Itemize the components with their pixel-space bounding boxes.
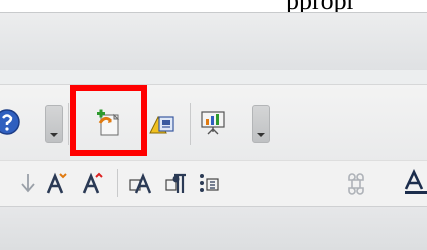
bullets-icon[interactable] — [198, 171, 222, 197]
lower-panel — [0, 206, 427, 250]
slide-show-icon[interactable] — [198, 107, 228, 137]
toolbar-separator — [190, 103, 191, 145]
decrease-font-icon[interactable] — [80, 171, 104, 197]
increase-font-icon[interactable] — [44, 171, 68, 197]
menu-area — [0, 70, 427, 84]
paragraph-icon[interactable] — [164, 171, 188, 197]
move-down-icon[interactable] — [16, 171, 40, 197]
toolbar-dropdown-1[interactable] — [45, 105, 63, 143]
chevron-down-icon — [50, 133, 58, 137]
slide-layout-icon[interactable] — [148, 109, 178, 139]
text-frame-icon[interactable] — [128, 171, 152, 197]
formatting-toolbar — [0, 160, 427, 207]
window-title-area — [0, 12, 427, 71]
help-icon[interactable] — [0, 107, 22, 137]
toolbar-dropdown-2[interactable] — [252, 105, 270, 143]
command-icon[interactable] — [344, 171, 368, 197]
main-toolbar — [0, 84, 427, 161]
highlight-box — [70, 85, 147, 156]
toolbar-separator — [68, 103, 69, 145]
font-color-icon[interactable] — [404, 168, 427, 195]
toolbar-separator — [117, 169, 118, 197]
chevron-down-icon — [257, 133, 265, 137]
